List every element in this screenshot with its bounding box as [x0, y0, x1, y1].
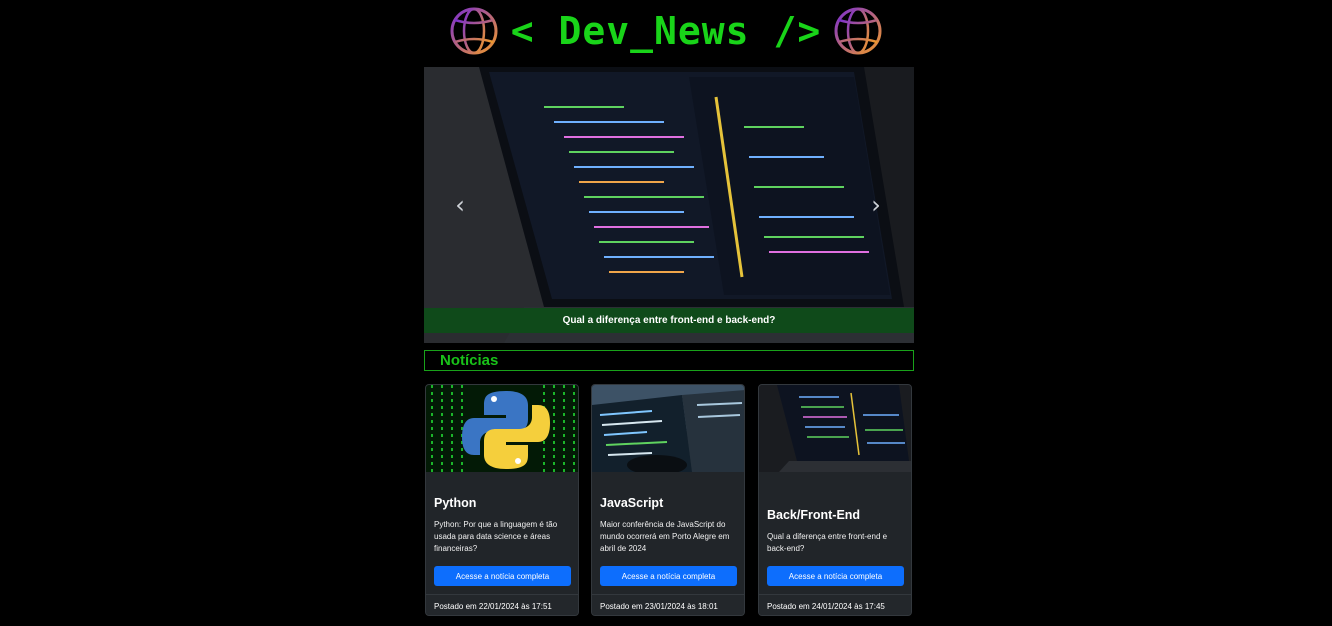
read-full-news-button[interactable]: Acesse a notícia completa: [767, 566, 904, 586]
code-screens-image: [592, 385, 744, 472]
card-description: Python: Por que a linguagem é tão usada …: [434, 520, 558, 553]
carousel-caption-text[interactable]: Qual a diferença entre front-end e back-…: [563, 315, 776, 326]
posted-date: Postado em 23/01/2024 às 18:01: [600, 601, 718, 611]
card-title: JavaScript: [600, 496, 664, 510]
read-full-news-button[interactable]: Acesse a notícia completa: [434, 566, 571, 586]
card-footer: Postado em 23/01/2024 às 18:01: [592, 594, 744, 615]
site-logo-text[interactable]: < Dev_News />: [511, 9, 821, 53]
card-title: Python: [434, 496, 477, 510]
section-title: Notícias: [424, 350, 914, 371]
read-full-news-button[interactable]: Acesse a notícia completa: [600, 566, 737, 586]
card-footer: Postado em 24/01/2024 às 17:45: [759, 594, 911, 615]
globe-icon: [834, 7, 882, 55]
card-footer: Postado em 22/01/2024 às 17:51: [426, 594, 578, 615]
site-header: < Dev_News />: [0, 0, 1332, 62]
posted-date: Postado em 24/01/2024 às 17:45: [767, 601, 885, 611]
news-card-back-front-end: Back/Front-End Qual a diferença entre fr…: [758, 384, 912, 616]
card-description: Maior conferência de JavaScript do mundo…: [600, 520, 730, 553]
section-title-text: Notícias: [440, 352, 499, 369]
python-logo-icon: [426, 385, 578, 472]
news-carousel[interactable]: [424, 67, 914, 343]
news-card-python: Python Python: Por que a linguagem é tão…: [425, 384, 579, 616]
posted-date: Postado em 22/01/2024 às 17:51: [434, 601, 552, 611]
carousel-caption: Qual a diferença entre front-end e back-…: [424, 308, 914, 333]
card-title: Back/Front-End: [767, 508, 861, 522]
laptop-code-image: [759, 385, 911, 472]
news-card-javascript: JavaScript Maior conferência de JavaScri…: [591, 384, 745, 616]
carousel-next-button[interactable]: ›: [864, 190, 888, 220]
laptop-code-image: [424, 67, 914, 343]
globe-icon: [450, 7, 498, 55]
carousel-prev-button[interactable]: ‹: [448, 190, 472, 220]
card-description: Qual a diferença entre front-end e back-…: [767, 532, 888, 553]
